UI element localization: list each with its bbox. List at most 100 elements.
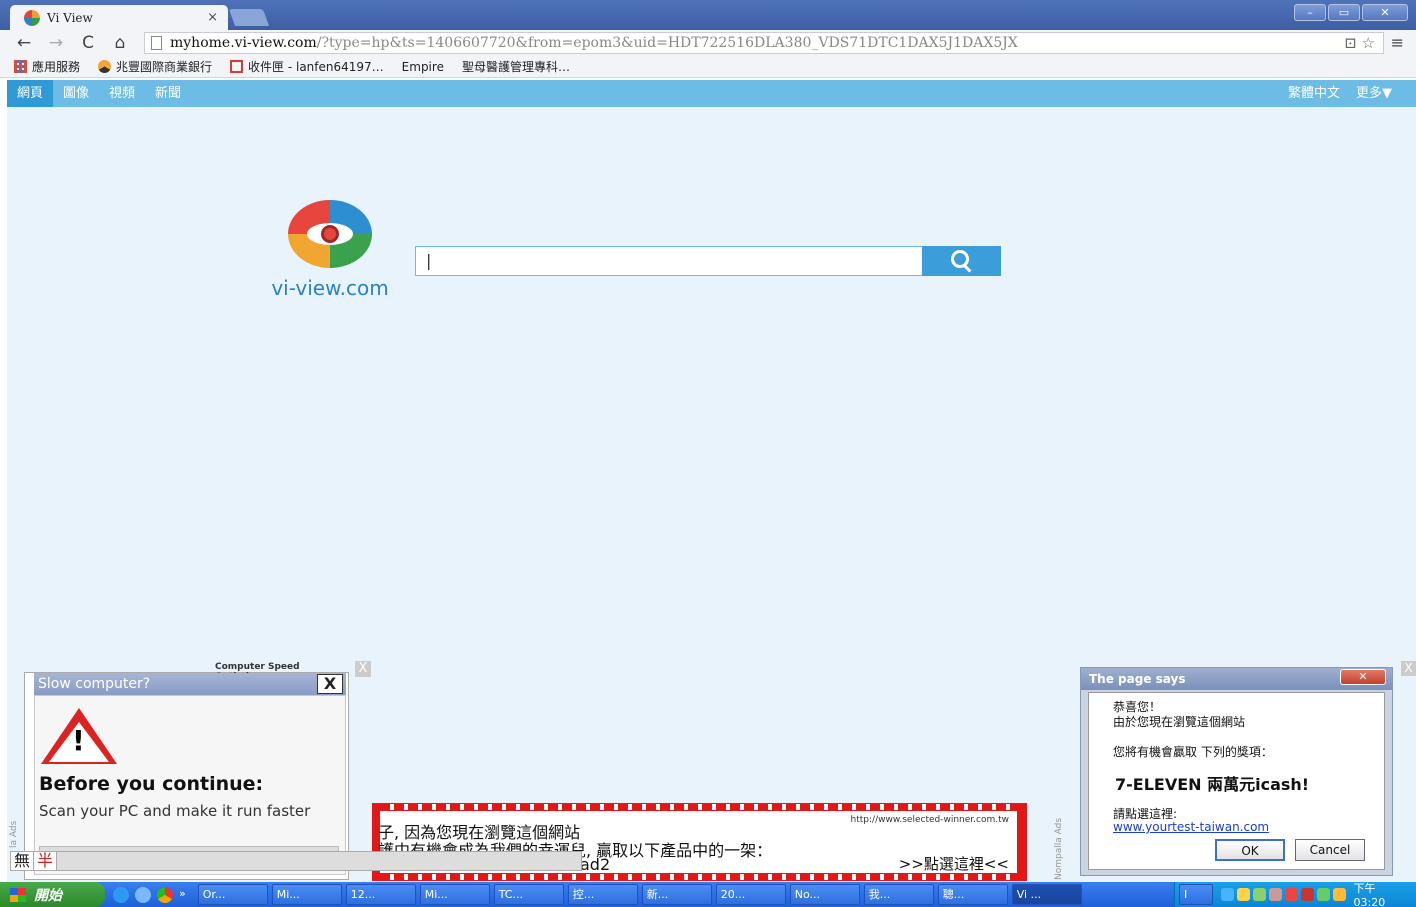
task-button[interactable]: 我...: [863, 884, 934, 905]
task-button[interactable]: 12...: [345, 884, 416, 905]
ads-side-label: la Ads: [9, 820, 19, 848]
bookmark-gmail[interactable]: 收件匣 - lanfen64197…: [230, 58, 384, 75]
popup-close-button[interactable]: X: [317, 674, 343, 694]
bookmark-bank[interactable]: 兆豐國際商業銀行: [98, 58, 212, 75]
task-button[interactable]: 20...: [715, 884, 786, 905]
bookmarks-bar: 應用服務 兆豐國際商業銀行 收件匣 - lanfen64197… Empire …: [0, 56, 1416, 149]
tab-vi-view[interactable]: Vi View ×: [10, 5, 228, 30]
nav-video[interactable]: 視頻: [99, 80, 145, 107]
bookmark-label: 收件匣 - lanfen64197…: [248, 60, 384, 74]
translate-star-icon[interactable]: ⊡ ☆: [1344, 34, 1375, 52]
bookmark-label: 聖母醫護管理專科…: [461, 60, 570, 74]
back-button[interactable]: ←: [12, 33, 36, 53]
task-button[interactable]: I: [1179, 884, 1213, 905]
address-bar[interactable]: myhome.vi-view.com /?type=hp&ts=14066077…: [144, 32, 1384, 54]
network-icon[interactable]: [1252, 888, 1266, 901]
task-button[interactable]: 聰...: [937, 884, 1008, 905]
chrome-menu-icon[interactable]: ≡: [1391, 33, 1404, 52]
ime-half-width[interactable]: 半: [34, 852, 58, 870]
banner-url: http://www.selected-winner.com.tw: [850, 815, 1009, 825]
speaker-icon[interactable]: [1284, 888, 1298, 901]
taskbar: 開始 » Or... Mi... 12... Mi... TC... 控... …: [0, 882, 1416, 907]
tray-icons: [1220, 888, 1346, 901]
warning-mark: !: [72, 724, 85, 757]
reload-button[interactable]: C: [76, 33, 100, 53]
logo-text: vi-view.com: [271, 276, 389, 300]
windows-flag-icon: [10, 887, 26, 902]
gmail-icon: [230, 60, 244, 73]
apps-icon: [14, 60, 27, 73]
chrome-icon[interactable]: [157, 886, 173, 903]
task-button[interactable]: TC...: [493, 884, 564, 905]
dialog-close-button[interactable]: ✕: [1340, 669, 1386, 685]
task-button-active[interactable]: Vi ...: [1011, 884, 1082, 905]
browser-toolbar: ← → C ⌂ myhome.vi-view.com /?type=hp&ts=…: [0, 30, 1416, 56]
system-tray: I 下午 03:20: [1174, 882, 1416, 907]
task-button[interactable]: 新...: [641, 884, 712, 905]
language-link[interactable]: 繁體中文: [1288, 80, 1340, 107]
task-button[interactable]: Mi...: [419, 884, 490, 905]
banner-border-pattern: [380, 804, 1017, 810]
page-says-dialog: The page says ✕ 恭喜您！ 由於您現在瀏覽這個網站 您將有機會贏取…: [1080, 667, 1393, 876]
alert-icon[interactable]: [1300, 888, 1314, 901]
search-input[interactable]: |: [415, 246, 923, 276]
antivirus-icon[interactable]: [1268, 888, 1282, 901]
banner-cta[interactable]: >>點選這裡<<: [899, 853, 1009, 874]
page-icon: [151, 36, 162, 50]
banner-border-pattern: [380, 874, 1017, 880]
popup-body[interactable]: ! Before you continue: Scan your PC and …: [34, 695, 346, 875]
bookmark-school[interactable]: 聖母醫護管理專科…: [7, 58, 570, 149]
ie-icon[interactable]: [113, 886, 129, 903]
more-menu[interactable]: 更多▼: [1356, 80, 1392, 107]
task-button[interactable]: Mi...: [271, 884, 342, 905]
search-button[interactable]: [922, 246, 1001, 276]
banner-line-3: ad2: [580, 855, 611, 874]
nav-news[interactable]: 新聞: [145, 80, 191, 107]
url-path: /?type=hp&ts=1406607720&from=epom3&uid=H…: [316, 35, 1018, 51]
forward-button[interactable]: →: [44, 33, 68, 53]
bank-icon: [98, 60, 112, 73]
search-icon: [950, 250, 973, 272]
chevron-icon[interactable]: »: [179, 887, 186, 903]
ok-button[interactable]: OK: [1215, 839, 1285, 861]
slow-computer-popup: Computer Speed Optimizer Slow computer? …: [24, 662, 349, 880]
new-tab-button[interactable]: [228, 9, 270, 26]
browser-icon[interactable]: [135, 886, 151, 903]
bookmark-label: Empire: [401, 59, 444, 74]
nav-right: 繁體中文 更多▼: [1288, 80, 1392, 107]
close-window-button[interactable]: ✕: [1362, 4, 1408, 21]
ime-toolbar: 無 半: [10, 851, 582, 871]
tab-close-icon[interactable]: ×: [207, 10, 218, 25]
nav-images[interactable]: 圖像: [53, 80, 99, 107]
nav-web[interactable]: 網頁: [7, 80, 54, 107]
eye-logo-icon: [288, 200, 372, 268]
update-icon[interactable]: [1332, 888, 1346, 901]
bookmark-label: 兆豐國際商業銀行: [116, 60, 213, 74]
minimize-button[interactable]: –: [1294, 4, 1326, 21]
ie-tray-icon[interactable]: [1220, 888, 1234, 901]
start-button[interactable]: 開始: [0, 882, 105, 907]
cancel-button[interactable]: Cancel: [1295, 839, 1365, 861]
maximize-button[interactable]: ▭: [1328, 4, 1360, 21]
ad-close-icon[interactable]: X: [1401, 661, 1416, 676]
popup-subtext: Scan your PC and make it run faster: [39, 802, 311, 820]
dialog-link[interactable]: www.yourtest-taiwan.com: [1113, 820, 1269, 834]
home-button[interactable]: ⌂: [108, 33, 132, 53]
dialog-prize: 7-ELEVEN 兩萬元icash!: [1115, 775, 1310, 794]
ad-close-icon[interactable]: X: [355, 661, 371, 677]
task-button[interactable]: 控...: [567, 884, 638, 905]
task-button[interactable]: Or...: [197, 884, 268, 905]
ime-mode-none[interactable]: 無: [11, 852, 35, 870]
popup-title: Slow computer?: [34, 673, 346, 695]
monitor-icon[interactable]: [1316, 888, 1330, 901]
tab-strip: Vi View × – ▭ ✕: [0, 0, 1416, 30]
clock[interactable]: 下午 03:20: [1354, 880, 1406, 907]
dialog-line-3: 您將有機會贏取 下列的獎項：: [1113, 745, 1273, 759]
site-logo[interactable]: vi-view.com: [255, 200, 405, 300]
task-button[interactable]: No...: [789, 884, 860, 905]
bookmark-empire[interactable]: Empire: [7, 59, 444, 149]
dialog-body: 恭喜您！ 由於您現在瀏覽這個網站 您將有機會贏取 下列的獎項： 7-ELEVEN…: [1088, 692, 1385, 870]
shield-icon[interactable]: [1236, 888, 1250, 901]
bookmark-apps[interactable]: 應用服務: [14, 58, 80, 75]
url-host: myhome.vi-view.com: [170, 35, 317, 51]
